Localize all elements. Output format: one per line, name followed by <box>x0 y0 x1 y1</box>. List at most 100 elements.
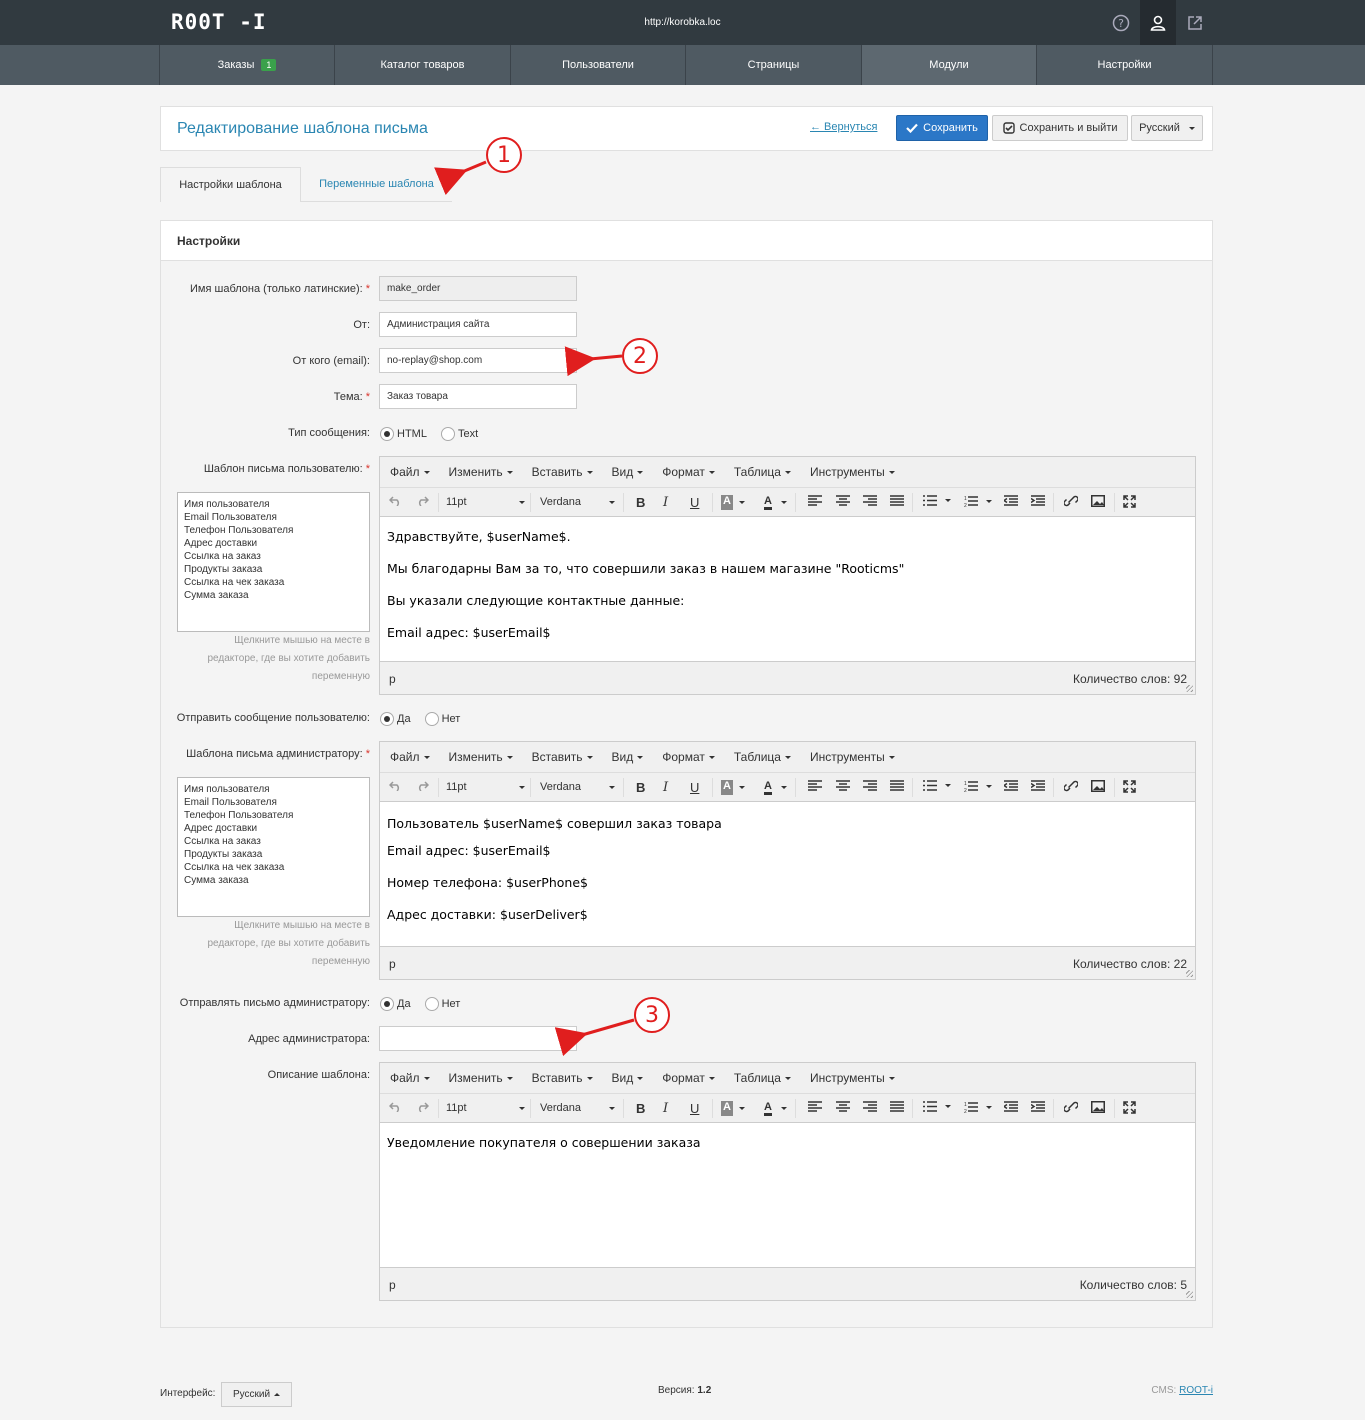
undo-icon[interactable] <box>389 1101 402 1112</box>
menu-view[interactable]: Вид <box>612 1071 644 1085</box>
variable-item[interactable]: Ссылка на заказ <box>184 550 363 563</box>
link-icon[interactable] <box>1064 1101 1078 1113</box>
menu-table[interactable]: Таблица <box>734 1071 791 1085</box>
nav-settings[interactable]: Настройки <box>1037 45 1213 85</box>
fullscreen-icon[interactable] <box>1123 780 1136 793</box>
variable-item[interactable]: Ссылка на чек заказа <box>184 576 363 589</box>
numbered-list-icon[interactable]: 12 <box>964 495 992 507</box>
resize-handle-icon[interactable] <box>1186 685 1193 692</box>
menu-table[interactable]: Таблица <box>734 465 791 479</box>
external-link-icon[interactable] <box>1177 0 1213 45</box>
link-icon[interactable] <box>1064 780 1078 792</box>
nav-orders[interactable]: Заказы 1 <box>159 45 335 85</box>
align-center-icon[interactable] <box>836 495 850 506</box>
redo-icon[interactable] <box>416 1101 429 1112</box>
fullscreen-icon[interactable] <box>1123 1101 1136 1114</box>
send-admin-yes-radio[interactable] <box>380 997 394 1011</box>
resize-handle-icon[interactable] <box>1186 1291 1193 1298</box>
menu-edit[interactable]: Изменить <box>449 1071 513 1085</box>
outdent-icon[interactable] <box>1004 780 1018 791</box>
menu-tools[interactable]: Инструменты <box>810 750 895 764</box>
text-color-icon[interactable]: A <box>764 1101 787 1116</box>
variable-item[interactable]: Телефон Пользователя <box>184 809 363 822</box>
from-email-input[interactable]: no-replay@shop.com <box>379 348 577 373</box>
menu-tools[interactable]: Инструменты <box>810 1071 895 1085</box>
variable-item[interactable]: Сумма заказа <box>184 874 363 887</box>
undo-icon[interactable] <box>389 495 402 506</box>
user-icon[interactable] <box>1140 0 1176 45</box>
element-path[interactable]: p <box>389 672 396 686</box>
type-text-radio[interactable] <box>440 427 455 441</box>
align-left-icon[interactable] <box>808 780 822 791</box>
text-color-icon[interactable]: A <box>764 780 787 795</box>
menu-file[interactable]: Файл <box>390 750 430 764</box>
menu-tools[interactable]: Инструменты <box>810 465 895 479</box>
resize-handle-icon[interactable] <box>1186 970 1193 977</box>
variable-item[interactable]: Телефон Пользователя <box>184 524 363 537</box>
text-color-icon[interactable]: A <box>764 495 787 510</box>
underline-icon[interactable]: U <box>690 495 699 510</box>
menu-format[interactable]: Формат <box>662 750 715 764</box>
send-user-yes-radio[interactable] <box>380 712 394 726</box>
menu-format[interactable]: Формат <box>662 465 715 479</box>
undo-icon[interactable] <box>389 780 402 791</box>
image-icon[interactable] <box>1091 495 1105 507</box>
menu-file[interactable]: Файл <box>390 1071 430 1085</box>
variable-item[interactable]: Адрес доставки <box>184 822 363 835</box>
send-admin-no-radio[interactable] <box>424 997 439 1011</box>
align-justify-icon[interactable] <box>890 1101 904 1112</box>
language-dropdown[interactable]: Русский <box>1131 115 1203 141</box>
element-path[interactable]: p <box>389 1278 396 1292</box>
font-family-select[interactable]: Verdana <box>540 781 615 793</box>
menu-format[interactable]: Формат <box>662 1071 715 1085</box>
font-family-select[interactable]: Verdana <box>540 1102 615 1114</box>
variable-item[interactable]: Email Пользователя <box>184 796 363 809</box>
menu-insert[interactable]: Вставить <box>532 465 593 479</box>
align-center-icon[interactable] <box>836 1101 850 1112</box>
align-center-icon[interactable] <box>836 780 850 791</box>
align-right-icon[interactable] <box>863 495 877 506</box>
editor-content[interactable]: Уведомление покупателя о совершении зака… <box>380 1123 1195 1267</box>
variable-item[interactable]: Продукты заказа <box>184 563 363 576</box>
align-left-icon[interactable] <box>808 1101 822 1112</box>
type-html-radio[interactable] <box>380 427 394 441</box>
admin-address-input[interactable] <box>379 1026 577 1051</box>
template-name-input[interactable]: make_order <box>379 276 577 301</box>
variable-item[interactable]: Имя пользователя <box>184 498 363 511</box>
variable-item[interactable]: Адрес доставки <box>184 537 363 550</box>
menu-file[interactable]: Файл <box>390 465 430 479</box>
align-right-icon[interactable] <box>863 1101 877 1112</box>
align-left-icon[interactable] <box>808 495 822 506</box>
italic-icon[interactable]: I <box>663 780 668 795</box>
outdent-icon[interactable] <box>1004 495 1018 506</box>
background-color-icon[interactable]: A <box>721 780 745 795</box>
bold-icon[interactable]: B <box>636 495 645 510</box>
send-user-no-radio[interactable] <box>424 712 439 726</box>
variable-item[interactable]: Email Пользователя <box>184 511 363 524</box>
editor-content[interactable]: Здравствуйте, $userName$. Мы благодарны … <box>380 517 1195 661</box>
menu-edit[interactable]: Изменить <box>449 750 513 764</box>
bold-icon[interactable]: B <box>636 1101 645 1116</box>
italic-icon[interactable]: I <box>663 1101 668 1116</box>
nav-modules[interactable]: Модули <box>862 45 1037 85</box>
bullet-list-icon[interactable] <box>923 780 951 791</box>
image-icon[interactable] <box>1091 1101 1105 1113</box>
editor-content[interactable]: Пользователь $userName$ совершил заказ т… <box>380 802 1195 946</box>
nav-users[interactable]: Пользователи <box>511 45 686 85</box>
variable-item[interactable]: Сумма заказа <box>184 589 363 602</box>
align-right-icon[interactable] <box>863 780 877 791</box>
interface-language-dropdown[interactable]: Русский <box>221 1382 292 1407</box>
variable-item[interactable]: Ссылка на чек заказа <box>184 861 363 874</box>
italic-icon[interactable]: I <box>663 495 668 510</box>
tab-template-settings[interactable]: Настройки шаблона <box>160 167 301 202</box>
menu-insert[interactable]: Вставить <box>532 750 593 764</box>
image-icon[interactable] <box>1091 780 1105 792</box>
background-color-icon[interactable]: A <box>721 495 745 510</box>
menu-table[interactable]: Таблица <box>734 750 791 764</box>
menu-view[interactable]: Вид <box>612 750 644 764</box>
align-justify-icon[interactable] <box>890 495 904 506</box>
redo-icon[interactable] <box>416 495 429 506</box>
fullscreen-icon[interactable] <box>1123 495 1136 508</box>
nav-catalog[interactable]: Каталог товаров <box>335 45 511 85</box>
font-size-select[interactable]: 11pt <box>446 781 525 793</box>
